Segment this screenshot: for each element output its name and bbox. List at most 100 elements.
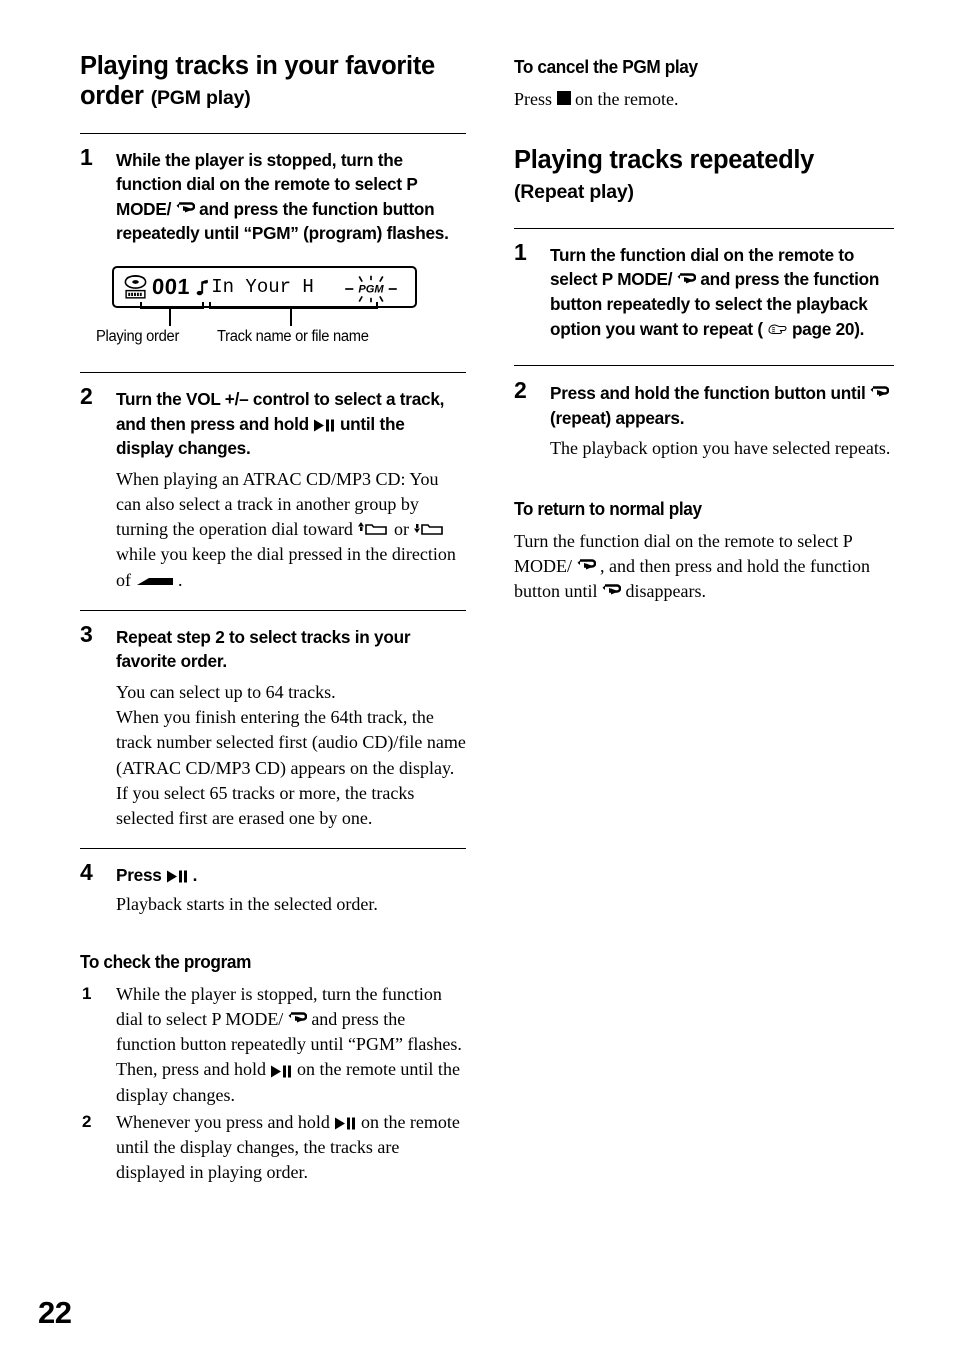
cancel-pgm-text: Press on the remote. — [514, 87, 894, 112]
repeat-icon-slot — [171, 199, 199, 219]
repeat-icon — [677, 272, 696, 288]
svg-text:PGM: PGM — [358, 284, 384, 296]
section-title-sub: (Repeat play) — [514, 181, 634, 204]
lcd-track-name-value: In Your H — [211, 276, 314, 299]
play-pause-icon-slot — [334, 1112, 361, 1132]
step-2-body-or: or — [393, 519, 414, 540]
repeat-step-2: 2 Press and hold the function button unt… — [514, 377, 894, 461]
caption-track-name: Track name or file name — [217, 328, 369, 346]
list-number: 1 — [82, 983, 92, 1003]
play-pause-icon-slot — [166, 865, 193, 885]
section-title-main: Playing tracks in your favorite order — [80, 52, 435, 110]
play-pause-icon — [334, 1117, 356, 1130]
step-4-text-a: Press — [116, 865, 167, 886]
section-title-sub: (PGM play) — [150, 86, 251, 109]
repeat-icon — [602, 584, 622, 599]
track-name-bracket — [209, 302, 378, 310]
caption-playing-order: Playing order — [96, 328, 180, 346]
repeat-icon-slot — [672, 269, 700, 289]
repeat-icon — [577, 559, 596, 574]
step-number: 4 — [80, 859, 93, 886]
step-2: 2 Turn the VOL +/– control to select a t… — [80, 383, 466, 593]
subheading-check-program: To check the program — [80, 950, 252, 972]
repeat-step-1-c: page 20). — [791, 318, 865, 339]
stop-icon — [556, 91, 571, 106]
section-title-main: Playing tracks repeatedly — [514, 146, 815, 175]
right-column: To cancel the PGM play Press on the remo… — [514, 52, 894, 604]
disc-icon — [123, 274, 148, 300]
play-pause-icon — [313, 419, 335, 432]
pointing-hand-icon — [767, 322, 787, 337]
step-3: 3 Repeat step 2 to select tracks in your… — [80, 620, 466, 831]
play-pause-icon — [166, 870, 188, 883]
step-number: 1 — [514, 238, 527, 265]
divider — [80, 609, 466, 611]
repeat-icon-slot — [283, 1009, 311, 1029]
divider — [80, 132, 466, 134]
lcd-pgm-indicator: PGM — [343, 275, 399, 303]
step-number: 1 — [80, 143, 93, 170]
normal-play-c: disappears. — [625, 580, 706, 601]
enter-direction-icon — [136, 575, 174, 588]
list-number: 2 — [82, 1111, 92, 1131]
divider — [80, 848, 466, 850]
step-2-body: When playing an ATRAC CD/MP3 CD: You can… — [116, 467, 466, 593]
repeat-step-2-text: Press and hold the function button until… — [550, 381, 894, 430]
stop-icon-slot — [556, 89, 576, 109]
play-pause-icon-slot — [313, 414, 340, 434]
check-program-item-1: 1 While the player is stopped, turn the f… — [80, 982, 466, 1108]
repeat-step-2-b: (repeat) appears. — [550, 407, 685, 428]
step-4-body: Playback starts in the selected order. — [116, 893, 378, 914]
repeat-icon — [176, 202, 195, 217]
normal-play-text: Turn the function dial on the remote to … — [514, 529, 894, 605]
step-2-text: Turn the VOL +/– control to select a tra… — [116, 387, 466, 461]
repeat-icon — [870, 386, 890, 401]
group-up-folder-icon — [357, 521, 389, 537]
cancel-pgm-text-b: on the remote. — [575, 89, 679, 109]
section-title-pgm-play: Playing tracks in your favorite order (PG… — [80, 52, 466, 112]
track-name-leader — [290, 307, 292, 327]
step-4-text: Press . — [116, 863, 466, 888]
subheading-cancel-pgm: To cancel the PGM play — [514, 56, 698, 77]
repeat-icon-slot — [870, 383, 890, 403]
repeat-step-1-text: Turn the function dial on the remote to … — [550, 243, 894, 341]
step-2-body-end: . — [178, 569, 183, 590]
step-1-text: While the player is stopped, turn the fu… — [116, 148, 466, 246]
subheading-normal-play: To return to normal play — [514, 497, 702, 519]
repeat-icon — [288, 1012, 307, 1027]
divider — [80, 372, 466, 374]
step-3-body: You can select up to 64 tracks. When you… — [116, 681, 466, 828]
play-pause-icon-slot — [270, 1059, 297, 1079]
display-figure: 001 In Your H PGM Playing order Track na… — [80, 266, 466, 366]
playing-order-bracket — [140, 302, 204, 310]
left-column: Playing tracks in your favorite order (PG… — [80, 52, 466, 1185]
page-number: 22 — [38, 1295, 72, 1330]
play-pause-icon — [270, 1065, 292, 1078]
lcd-playing-order-value: 001 — [151, 274, 191, 300]
enter-direction-icon-slot — [136, 570, 179, 590]
step-4: 4 Press . Playback starts in the selecte… — [80, 859, 466, 917]
repeat-icon-slot — [602, 581, 626, 601]
cancel-pgm-text-a: Press — [514, 89, 557, 109]
music-note-icon — [196, 279, 209, 296]
check-program-item-2: 2 Whenever you press and hold on the remo… — [80, 1110, 466, 1186]
step-4-text-b: . — [192, 865, 198, 886]
pointing-hand-icon-slot — [763, 319, 792, 339]
step-3-text: Repeat step 2 to select tracks in your f… — [116, 626, 411, 672]
step-1: 1 While the player is stopped, turn the … — [80, 143, 466, 246]
repeat-step-1: 1 Turn the function dial on the remote t… — [514, 238, 894, 341]
manual-page: Playing tracks in your favorite order (PG… — [0, 0, 954, 1357]
divider — [514, 227, 894, 229]
step-number: 2 — [514, 377, 527, 404]
section-title-repeat-play: Playing tracks repeatedly (Repeat play) — [514, 146, 894, 206]
playing-order-leader — [169, 307, 171, 327]
repeat-step-2-body: The playback option you have selected re… — [550, 438, 891, 459]
check-item-2-a: Whenever you press and hold — [116, 1111, 335, 1132]
group-up-icon-slot — [357, 519, 394, 539]
step-number: 2 — [80, 383, 93, 410]
repeat-icon-slot — [572, 556, 600, 576]
divider — [514, 365, 894, 367]
repeat-step-2-a: Press and hold the function button until — [550, 383, 871, 404]
step-number: 3 — [80, 620, 93, 647]
group-down-icon-slot — [413, 519, 445, 539]
